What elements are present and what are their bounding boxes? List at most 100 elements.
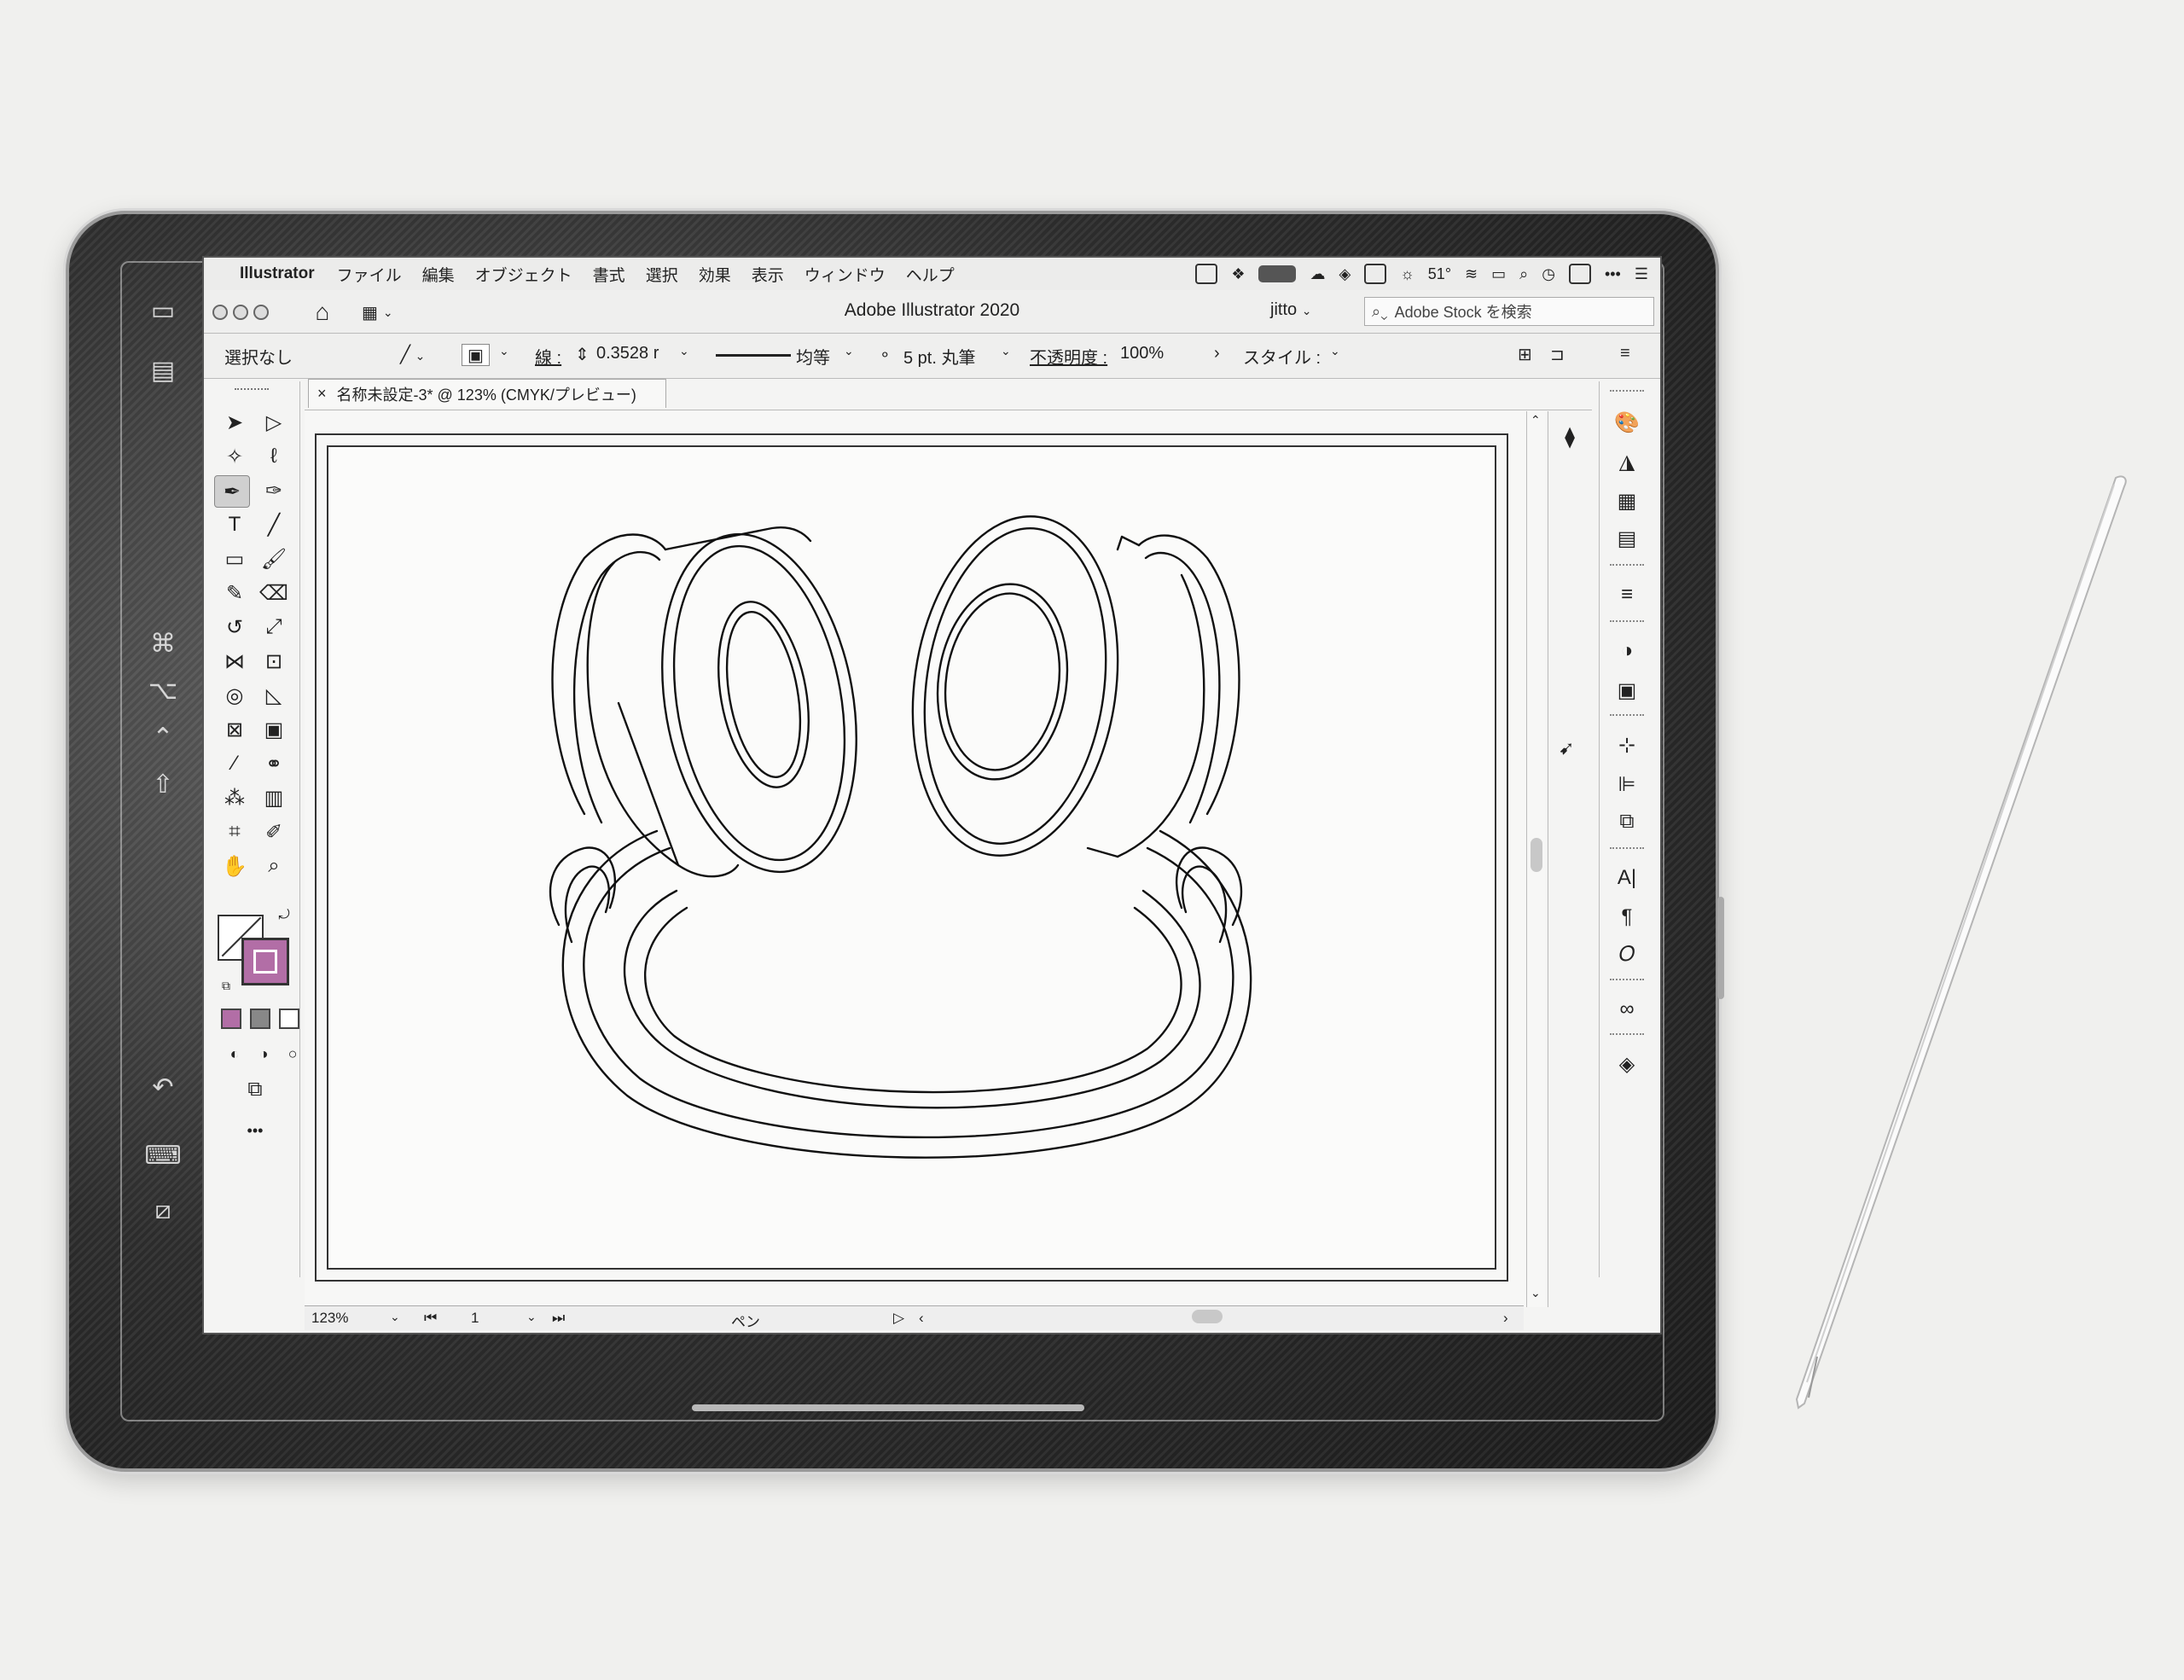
color-guide-icon[interactable]: ◮ [1608, 446, 1646, 477]
swap-fill-stroke-icon[interactable]: ⤾ [267, 900, 301, 931]
rotate-tool-icon[interactable]: ↺ [218, 612, 252, 642]
command-key-icon[interactable]: ⌘ [141, 624, 185, 663]
canvas-area[interactable]: ⌃ ⌄ ➹ [305, 411, 1574, 1307]
align-icon[interactable]: ⊞ [1518, 344, 1532, 365]
shape-builder-tool-icon[interactable]: ◎ [218, 680, 252, 711]
links-panel-icon[interactable]: ∞ [1608, 994, 1646, 1025]
appearance-panel-icon[interactable]: ▣ [1608, 675, 1646, 706]
keyboard-icon[interactable]: ⌨ [141, 1136, 185, 1175]
blend-tool-icon[interactable]: ⚭ [257, 748, 291, 779]
menu-select[interactable]: 選択 [646, 263, 678, 286]
menu-help[interactable]: ヘルプ [906, 263, 955, 286]
option-key-icon[interactable]: ⌥ [141, 671, 185, 710]
opentype-panel-icon[interactable]: 𝑂 [1608, 939, 1646, 970]
transform-panel-icon[interactable]: ⊹ [1608, 730, 1646, 760]
shaper-tool-icon[interactable]: ✎ [218, 578, 252, 608]
edit-toolbar-button[interactable]: ••• [238, 1115, 272, 1146]
opacity-field[interactable]: 100% [1120, 344, 1164, 363]
stroke-panel-icon[interactable]: ≡ [1608, 579, 1646, 610]
symbol-sprayer-tool-icon[interactable]: ⁂ [218, 782, 252, 813]
line-tool-icon[interactable]: ╱ [257, 509, 291, 540]
zoom-level-field[interactable]: 123% [311, 1310, 348, 1327]
user-menu[interactable]: jitto ⌄ [1270, 300, 1311, 320]
magic-wand-tool-icon[interactable]: ✧ [218, 441, 252, 472]
cloud-icon[interactable]: ☁ [1310, 265, 1325, 283]
wifi-icon[interactable]: ≋ [1465, 265, 1478, 283]
libraries-panel-icon[interactable]: ⧫ [1551, 421, 1589, 452]
scroll-left-icon[interactable]: ‹ [919, 1310, 924, 1327]
artboard-dropdown[interactable]: ⌄ [526, 1310, 537, 1324]
headphones-illustration[interactable] [328, 447, 1495, 1268]
stroke-weight-dropdown[interactable]: ⌄ [679, 344, 689, 358]
shift-key-icon[interactable]: ⇧ [141, 764, 185, 804]
status-menu-icon[interactable]: ▷ [893, 1310, 904, 1327]
brush-dropdown[interactable]: ⌄ [1001, 344, 1011, 358]
stroke-weight-field[interactable]: 0.3528 r [596, 344, 659, 363]
slice-tool-icon[interactable]: ✐ [257, 817, 291, 847]
selection-tool-icon[interactable]: ➤ [218, 407, 252, 438]
weather-icon[interactable]: ☼ [1400, 265, 1414, 283]
free-transform-tool-icon[interactable]: ⊡ [257, 646, 291, 677]
fill-color-control[interactable]: ╱ ⌄ [400, 344, 425, 365]
menu-bar-toggle-icon[interactable]: ▤ [141, 351, 185, 390]
stroke-label[interactable]: 線 : [535, 344, 561, 369]
stroke-color-dropdown[interactable]: ⌄ [499, 344, 509, 358]
transparency-panel-icon[interactable]: ◑ [1608, 636, 1646, 666]
type-tool-icon[interactable]: T [218, 509, 252, 540]
opacity-arrow-icon[interactable]: › [1214, 344, 1220, 363]
menu-edit[interactable]: 編集 [422, 263, 455, 286]
time-machine-icon[interactable]: ◷ [1542, 265, 1555, 283]
stroke-color-control[interactable]: ▣ [462, 344, 490, 366]
stroke-stepper-icon[interactable]: ⇕ [575, 344, 590, 365]
variable-width-profile[interactable] [716, 354, 791, 357]
swatches-panel-icon[interactable]: ▦ [1608, 485, 1646, 516]
scroll-up-icon[interactable]: ⌃ [1531, 413, 1541, 427]
perspective-grid-tool-icon[interactable]: ◺ [257, 680, 291, 711]
zoom-tool-icon[interactable]: ⌕ [257, 851, 291, 881]
direct-selection-tool-icon[interactable]: ▷ [257, 407, 291, 438]
scroll-right-icon[interactable]: › [1503, 1310, 1508, 1327]
artboard[interactable] [327, 445, 1496, 1270]
brush-definition[interactable]: 5 pt. 丸筆 [903, 344, 975, 369]
transform-icon[interactable]: ⊐ [1550, 344, 1565, 365]
profile-dropdown[interactable]: ⌄ [844, 344, 854, 358]
mesh-tool-icon[interactable]: ⊠ [218, 714, 252, 745]
zoom-dropdown[interactable]: ⌄ [390, 1310, 400, 1324]
menu-view[interactable]: 表示 [752, 263, 784, 286]
paintbrush-tool-icon[interactable]: 🖌 [257, 544, 291, 574]
align-panel-icon[interactable]: ⊫ [1608, 769, 1646, 799]
scale-tool-icon[interactable]: ⤢ [257, 612, 291, 642]
scroll-thumb[interactable] [1531, 838, 1542, 872]
horizontal-scroll-thumb[interactable] [1192, 1310, 1223, 1323]
hand-tool-icon[interactable]: ✋ [218, 851, 252, 881]
status-app-icon[interactable] [1195, 264, 1218, 284]
layers-panel-icon[interactable]: ◈ [1608, 1049, 1646, 1079]
battery-icon[interactable]: ▭ [1491, 265, 1506, 283]
eyedropper-tool-icon[interactable]: ⁄ [218, 748, 252, 779]
menu-object[interactable]: オブジェクト [475, 263, 572, 286]
menu-file[interactable]: ファイル [337, 263, 402, 286]
menu-effect[interactable]: 効果 [699, 263, 731, 286]
more-status-icon[interactable]: ••• [1605, 265, 1621, 283]
width-tool-icon[interactable]: ⋈ [218, 646, 252, 677]
lasso-tool-icon[interactable]: ℓ [257, 441, 291, 472]
shield-icon[interactable]: ◈ [1339, 265, 1350, 283]
gradient-tool-icon[interactable]: ▣ [257, 714, 291, 745]
adobe-stock-search-input[interactable]: ⌕⌄ Adobe Stock を検索 [1364, 297, 1654, 326]
eraser-tool-icon[interactable]: ⌫ [257, 578, 291, 608]
gradient-mode-button[interactable] [250, 1009, 270, 1029]
default-colors-icon[interactable]: ⧉ [209, 970, 243, 1001]
menu-type[interactable]: 書式 [593, 263, 625, 286]
vertical-scrollbar[interactable]: ⌃ ⌄ [1526, 411, 1546, 1307]
search-status-icon[interactable]: ⌕ [1519, 265, 1528, 283]
sidebar-toggle-icon[interactable]: ▭ [141, 291, 185, 330]
undo-icon[interactable]: ↶ [141, 1067, 185, 1107]
style-dropdown[interactable]: ⌄ [1330, 344, 1340, 358]
paragraph-panel-icon[interactable]: ¶ [1608, 902, 1646, 933]
pen-tool-icon[interactable]: ✒ [214, 475, 250, 508]
scroll-down-icon[interactable]: ⌄ [1531, 1286, 1541, 1300]
menu-window[interactable]: ウィンドウ [804, 263, 886, 286]
menu-app-name[interactable]: Illustrator [240, 264, 315, 283]
document-tab[interactable]: × 名称未設定-3* @ 123% (CMYK/プレビュー) [308, 379, 666, 408]
brushes-panel-icon[interactable]: ▤ [1608, 523, 1646, 554]
